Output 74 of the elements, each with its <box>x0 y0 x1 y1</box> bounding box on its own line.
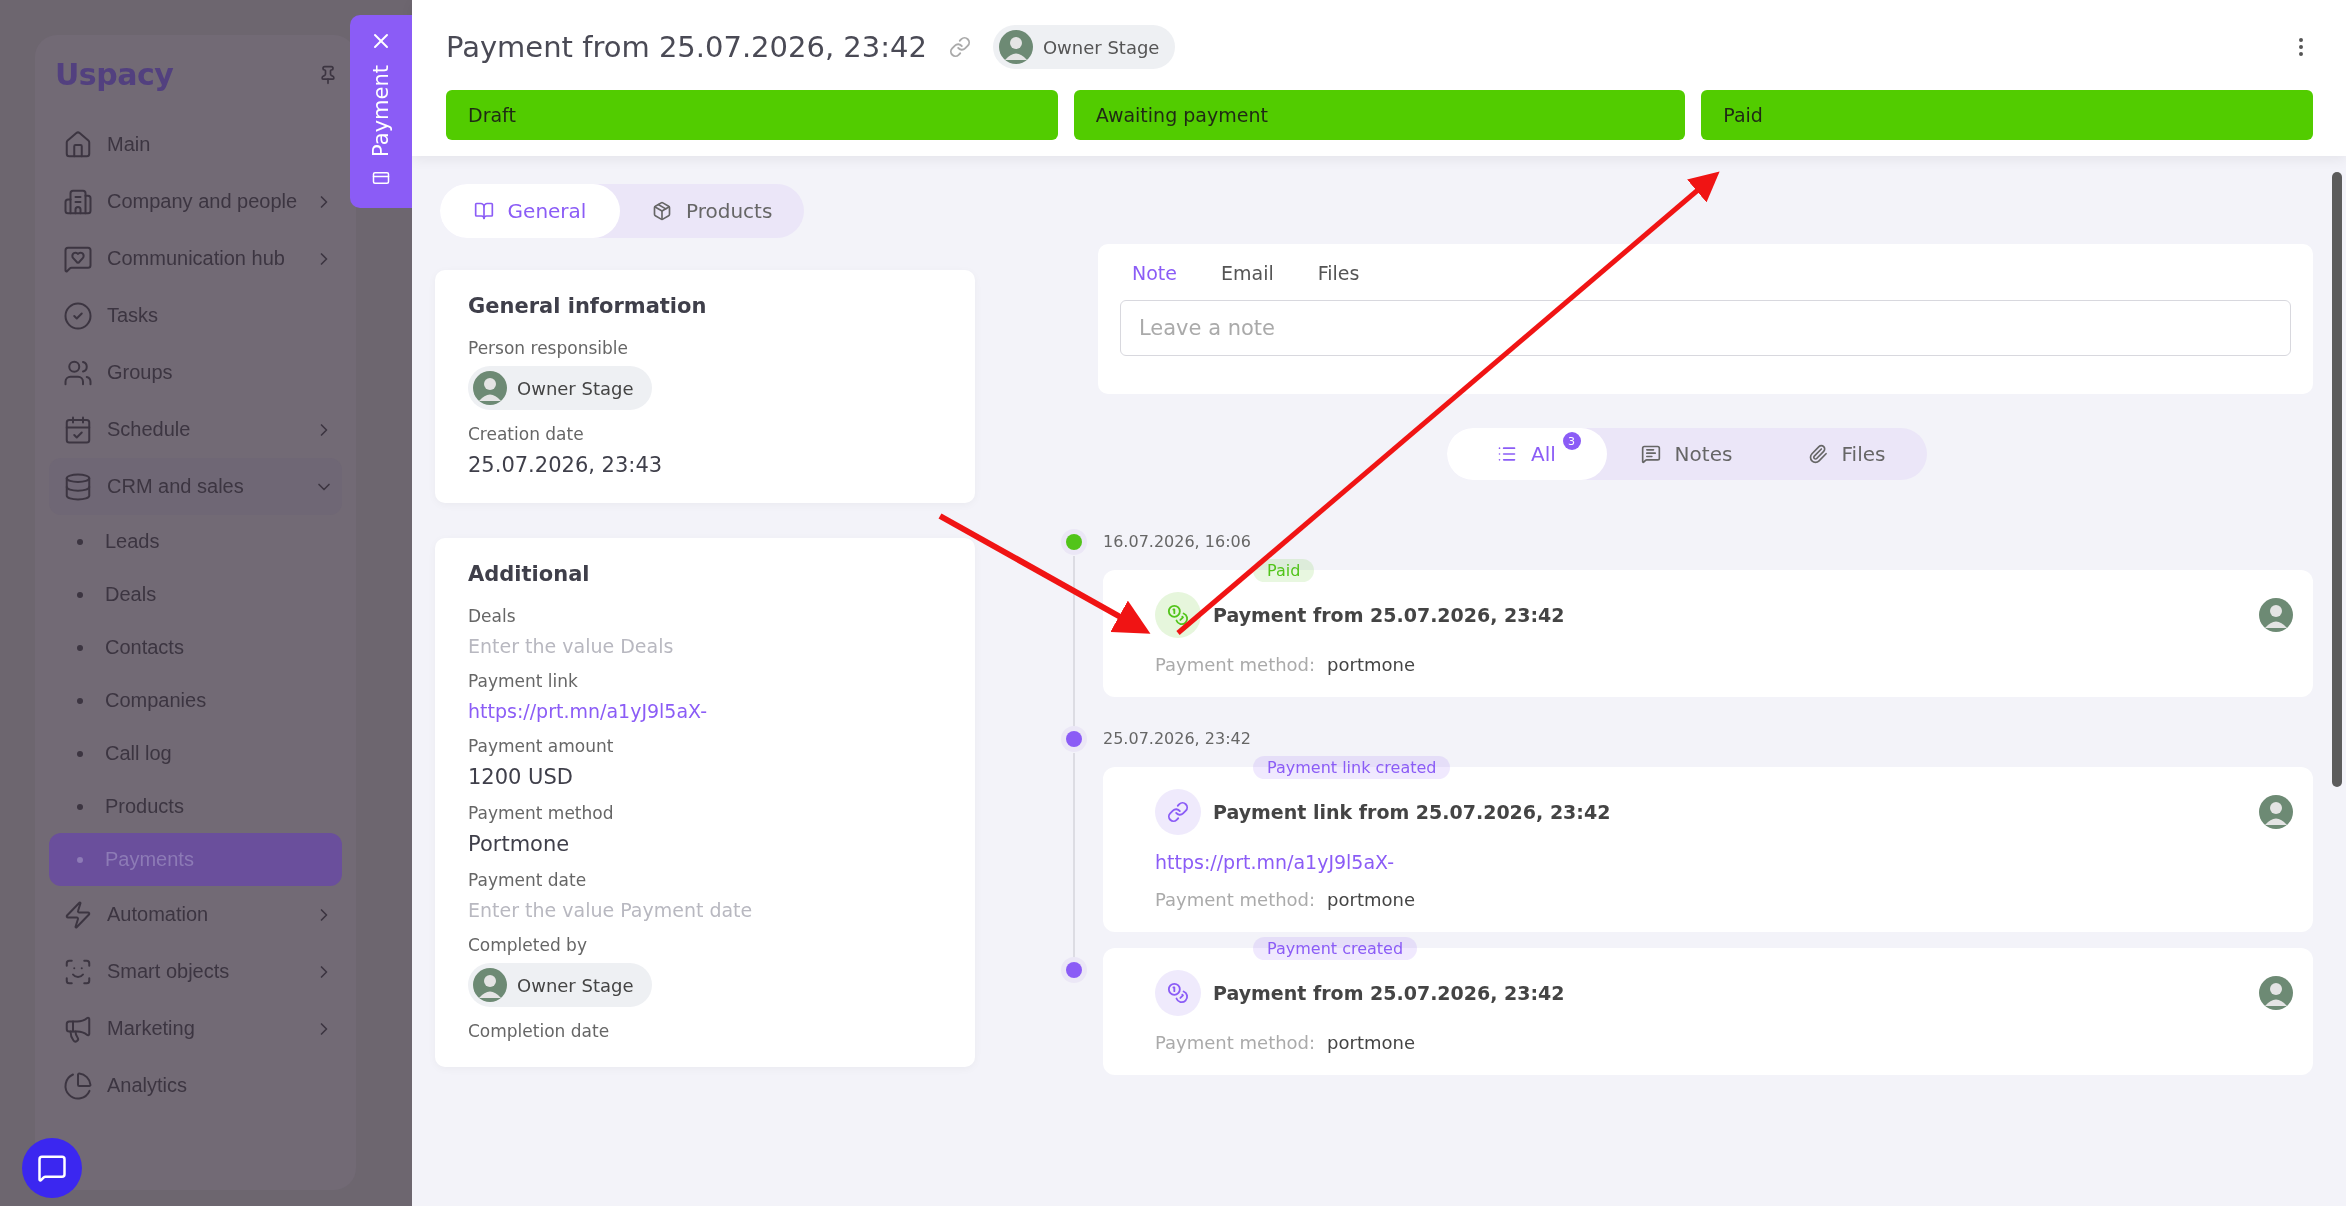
scrollbar[interactable] <box>2332 172 2342 787</box>
filter-tab[interactable]: Notes <box>1606 428 1767 480</box>
list-icon <box>1497 444 1518 464</box>
message-icon <box>1640 444 1661 464</box>
event-badge: Paid <box>1253 559 1315 582</box>
field-value: Portmone <box>468 832 571 856</box>
tab[interactable]: Products <box>620 184 805 238</box>
lightning-icon <box>63 899 93 930</box>
link-icon[interactable] <box>948 36 971 58</box>
book-icon <box>473 201 494 221</box>
box-icon <box>652 201 672 221</box>
event-title: Payment from 25.07.2026, 23:42 <box>1213 604 1566 626</box>
event-badge: Payment link created <box>1253 756 1451 779</box>
composer-tab[interactable]: Email <box>1221 262 1274 284</box>
event-date: 25.07.2026, 23:42 <box>1103 728 1252 750</box>
field-value: 1200 USD <box>468 765 574 789</box>
coins-icon <box>1155 970 1201 1016</box>
field-label: Payment link <box>468 671 579 691</box>
user-chip[interactable]: Owner Stage <box>468 366 652 410</box>
database-icon <box>63 471 93 502</box>
composer-tab[interactable]: Note <box>1132 262 1177 284</box>
calendar-icon <box>63 414 93 445</box>
tab[interactable]: General <box>440 184 620 238</box>
method-value: portmone <box>1327 889 1416 910</box>
payment-link[interactable]: https://prt.mn/a1yJ9l5aX- <box>1155 851 2293 873</box>
paperclip-icon <box>1807 444 1828 464</box>
avatar <box>473 968 507 1002</box>
avatar <box>473 371 507 405</box>
link-icon <box>1155 789 1201 835</box>
method-value: portmone <box>1327 1032 1416 1053</box>
method-label: Payment method: <box>1155 889 1316 910</box>
avatar <box>998 30 1033 64</box>
payment-link[interactable]: https://prt.mn/a1yJ9l5aX- <box>468 700 942 722</box>
field-label: Completion date <box>468 1021 611 1041</box>
event-title: Payment from 25.07.2026, 23:42 <box>1213 982 1566 1004</box>
field-label: Completed by <box>468 935 588 955</box>
chat-icon <box>37 1153 67 1183</box>
method-label: Payment method: <box>1155 654 1316 675</box>
avatar <box>2259 598 2293 632</box>
user-chip[interactable]: Owner Stage <box>468 963 652 1007</box>
payment-side-tab[interactable]: Payment <box>350 15 412 208</box>
chart-icon <box>63 1070 93 1101</box>
payment-title: Payment from 25.07.2026, 23:42 <box>446 30 927 64</box>
field-label: Payment amount <box>468 736 615 756</box>
field-label: Deals <box>468 606 517 626</box>
filter-tab[interactable]: Files <box>1766 428 1927 480</box>
stage-bar[interactable]: Draft <box>446 90 1058 140</box>
method-label: Payment method: <box>1155 1032 1316 1053</box>
card-title: Additional <box>468 562 591 586</box>
field-label: Payment method <box>468 803 615 823</box>
coins-icon <box>1155 592 1201 638</box>
event-badge: Payment created <box>1253 937 1418 960</box>
text-input[interactable]: Enter the value Deals <box>468 635 942 657</box>
event-title: Payment link from 25.07.2026, 23:42 <box>1213 801 1612 823</box>
stage-bar[interactable]: Paid <box>1701 90 2313 140</box>
filter-tab[interactable]: All 3 <box>1446 428 1607 480</box>
method-value: portmone <box>1327 654 1416 675</box>
field-label: Creation date <box>468 424 585 444</box>
avatar <box>2259 795 2293 829</box>
pin-icon[interactable] <box>318 64 338 85</box>
field-label: Payment date <box>468 870 588 890</box>
avatar <box>2259 976 2293 1010</box>
field-label: Person responsible <box>468 338 629 358</box>
event-date: 16.07.2026, 16:06 <box>1103 531 1252 553</box>
note-field[interactable]: Leave a note <box>1120 300 2291 356</box>
card-title: General information <box>468 294 708 318</box>
composer-tab[interactable]: Files <box>1317 262 1360 284</box>
field-value: 25.07.2026, 23:43 <box>468 453 664 477</box>
owner-chip[interactable]: Owner Stage <box>992 25 1176 69</box>
check-circle-icon <box>63 300 93 331</box>
house-icon <box>63 129 93 160</box>
text-input[interactable]: Enter the value Payment date <box>468 899 942 921</box>
stage-bar[interactable]: Awaiting payment <box>1073 90 1686 140</box>
count-badge: 3 <box>1562 432 1581 450</box>
